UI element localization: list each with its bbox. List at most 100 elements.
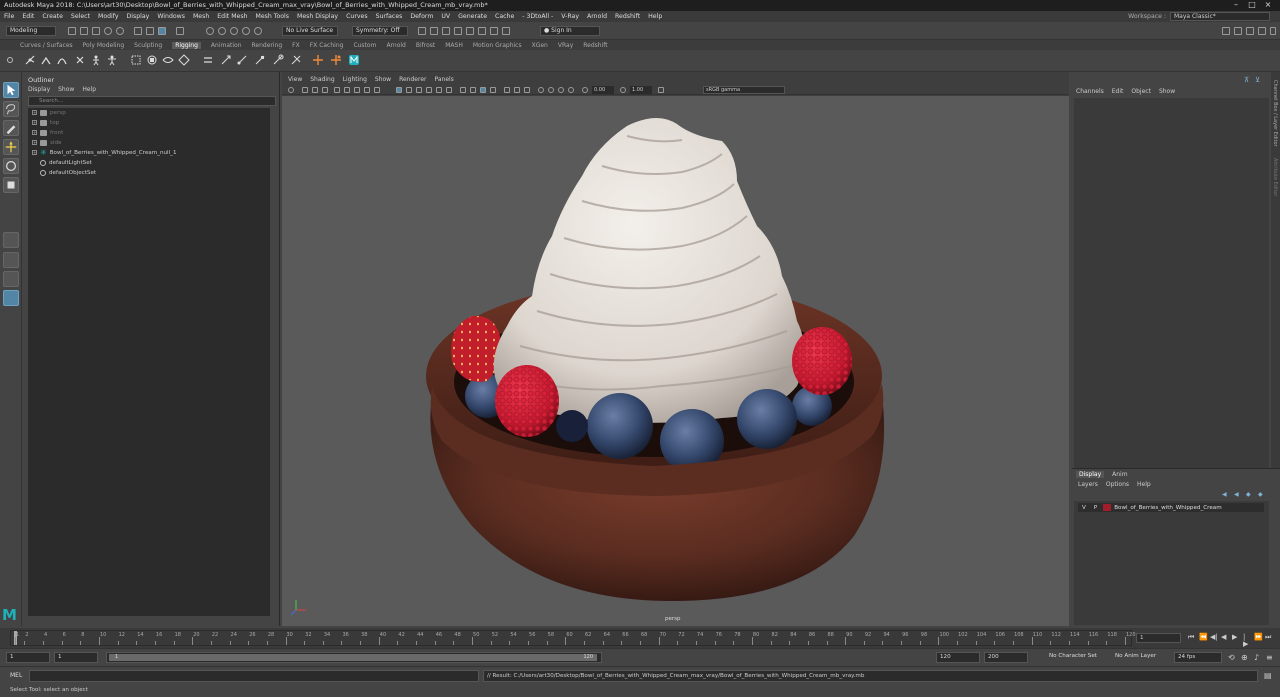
snap-point-icon[interactable] [230,27,238,35]
layer-row[interactable]: V P Bowl_of_Berries_with_Whipped_Cream [1078,503,1264,512]
shelf-tab-redshift[interactable]: Redshift [583,42,607,49]
menu-help[interactable]: Help [648,13,662,20]
playback-end-field[interactable]: 120 [936,652,980,663]
select-tool-icon[interactable] [3,82,19,98]
xray-icon[interactable] [514,87,520,93]
new-scene-icon[interactable] [68,27,76,35]
select-object-icon[interactable] [146,27,154,35]
scale-constraint-icon[interactable] [254,54,266,66]
modeling-toolkit-icon[interactable] [1222,27,1230,35]
wireframe-icon[interactable] [396,87,402,93]
ik-handle-icon[interactable] [40,54,52,66]
character-controls-icon[interactable] [1234,27,1242,35]
bookmarks-icon[interactable] [312,87,318,93]
menu-windows[interactable]: Windows [157,13,185,20]
outliner-item-default-object-set[interactable]: defaultObjectSet [40,168,96,177]
camera-attributes-icon[interactable] [302,87,308,93]
parent-constraint-icon[interactable] [202,54,214,66]
expand-icon[interactable]: + [32,110,37,115]
go-to-end-icon[interactable]: ⏭ [1265,634,1272,641]
menu-edit[interactable]: Edit [22,13,34,20]
outliner-menu-display[interactable]: Display [28,86,50,93]
history-icon[interactable] [418,27,426,35]
select-camera-icon[interactable] [288,87,294,93]
viewport-menu-show[interactable]: Show [375,76,391,83]
rotate-tool-icon[interactable] [3,158,19,174]
live-surface-field[interactable]: No Live Surface [282,26,338,36]
viewport-menu-shading[interactable]: Shading [310,76,334,83]
move-layer-down-icon[interactable]: ◀ [1234,491,1239,498]
render-settings-icon[interactable] [454,27,462,35]
screen-space-ao-icon[interactable] [460,87,466,93]
shelf-tab-animation[interactable]: Animation [211,42,242,49]
menu-generate[interactable]: Generate [458,13,487,20]
expand-icon[interactable]: + [32,120,37,125]
outliner-item-default-light-set[interactable]: defaultLightSet [40,158,92,167]
menu-mesh[interactable]: Mesh [193,13,209,20]
color-space-dropdown[interactable]: sRGB gamma [703,86,785,94]
cluster-icon[interactable] [130,54,142,66]
xray-joints-icon[interactable] [524,87,530,93]
undo-icon[interactable] [104,27,112,35]
command-language-label[interactable]: MEL [10,672,22,679]
tab-display[interactable]: Display [1076,471,1105,478]
save-scene-icon[interactable] [92,27,100,35]
field-chart-icon[interactable] [374,87,380,93]
shelf-tab-bifrost[interactable]: Bifrost [416,42,435,49]
arnold-render-view-icon[interactable] [502,27,510,35]
motion-blur-icon[interactable] [470,87,476,93]
snap-grid-icon[interactable] [206,27,214,35]
quick-rig-icon[interactable] [90,54,102,66]
select-hierarchy-icon[interactable] [134,27,142,35]
menu-display[interactable]: Display [127,13,150,20]
humanik-icon[interactable] [106,54,118,66]
menu-file[interactable]: File [4,13,14,20]
image-plane-icon[interactable] [322,87,328,93]
resolution-gate-icon[interactable] [354,87,360,93]
scale-tool-icon[interactable] [3,177,19,193]
vray-ipr-icon[interactable] [490,27,498,35]
shelf-tab-motion-graphics[interactable]: Motion Graphics [473,42,522,49]
lasso-tool-icon[interactable] [3,101,19,117]
channel-box-menu-channels[interactable]: Channels [1076,88,1104,95]
ipr-render-icon[interactable] [442,27,450,35]
shelf-tab-custom[interactable]: Custom [353,42,376,49]
single-perspective-layout-icon[interactable] [3,252,19,268]
time-slider-track[interactable]: 1 2 4 6 8 10 12 14 16 18 20 22 24 26 28 30 32 34 36 38 40 42 4… [10,630,1136,646]
hik-source-icon[interactable] [330,54,342,66]
minimize-icon[interactable]: – [1228,0,1244,11]
range-slider-bar[interactable]: 1 120 [106,652,602,663]
preferences-icon[interactable]: ≡ [1266,653,1273,662]
menu-3dtoall[interactable]: - 3DtoAll - [522,13,553,20]
fps-dropdown[interactable]: 24 fps [1174,652,1222,663]
textured-icon[interactable] [426,87,432,93]
channel-box-menu-object[interactable]: Object [1131,88,1151,95]
menu-cache[interactable]: Cache [495,13,514,20]
menu-redshift[interactable]: Redshift [615,13,640,20]
outliner-menu-help[interactable]: Help [82,86,96,93]
wireframe-on-shaded-icon[interactable] [416,87,422,93]
character-set-dropdown[interactable]: No Character Set [1046,652,1108,663]
isolate-select-icon[interactable] [504,87,510,93]
audio-icon[interactable]: ♪ [1254,653,1259,662]
gamma-field[interactable]: 1.00 [630,86,652,94]
playback-start-field[interactable]: 1 [54,652,98,663]
gamma-icon[interactable] [548,87,554,93]
menu-deform[interactable]: Deform [410,13,433,20]
step-forward-key-icon[interactable]: ⏩ [1254,634,1263,641]
range-slider-handle[interactable]: 1 120 [109,654,597,661]
channel-box-icon[interactable] [1270,27,1276,35]
menu-arnold[interactable]: Arnold [587,13,607,20]
outliner-layout-icon[interactable] [3,290,19,306]
viewport-menu-renderer[interactable]: Renderer [399,76,426,83]
shelf-tab-poly-modeling[interactable]: Poly Modeling [83,42,125,49]
layer-menu-layers[interactable]: Layers [1078,481,1098,488]
side-tab-channel-box[interactable]: Channel Box / Layer Editor [1272,80,1278,147]
channel-box-menu-edit[interactable]: Edit [1112,88,1124,95]
side-tab-attribute-editor[interactable]: Attribute Editor [1272,158,1278,196]
ik-spline-icon[interactable] [56,54,68,66]
sign-in-button[interactable]: ● Sign In [540,26,600,36]
auto-key-icon[interactable]: ⊕ [1241,653,1248,662]
viewport-menu-lighting[interactable]: Lighting [343,76,367,83]
pole-vector-icon[interactable] [290,54,302,66]
